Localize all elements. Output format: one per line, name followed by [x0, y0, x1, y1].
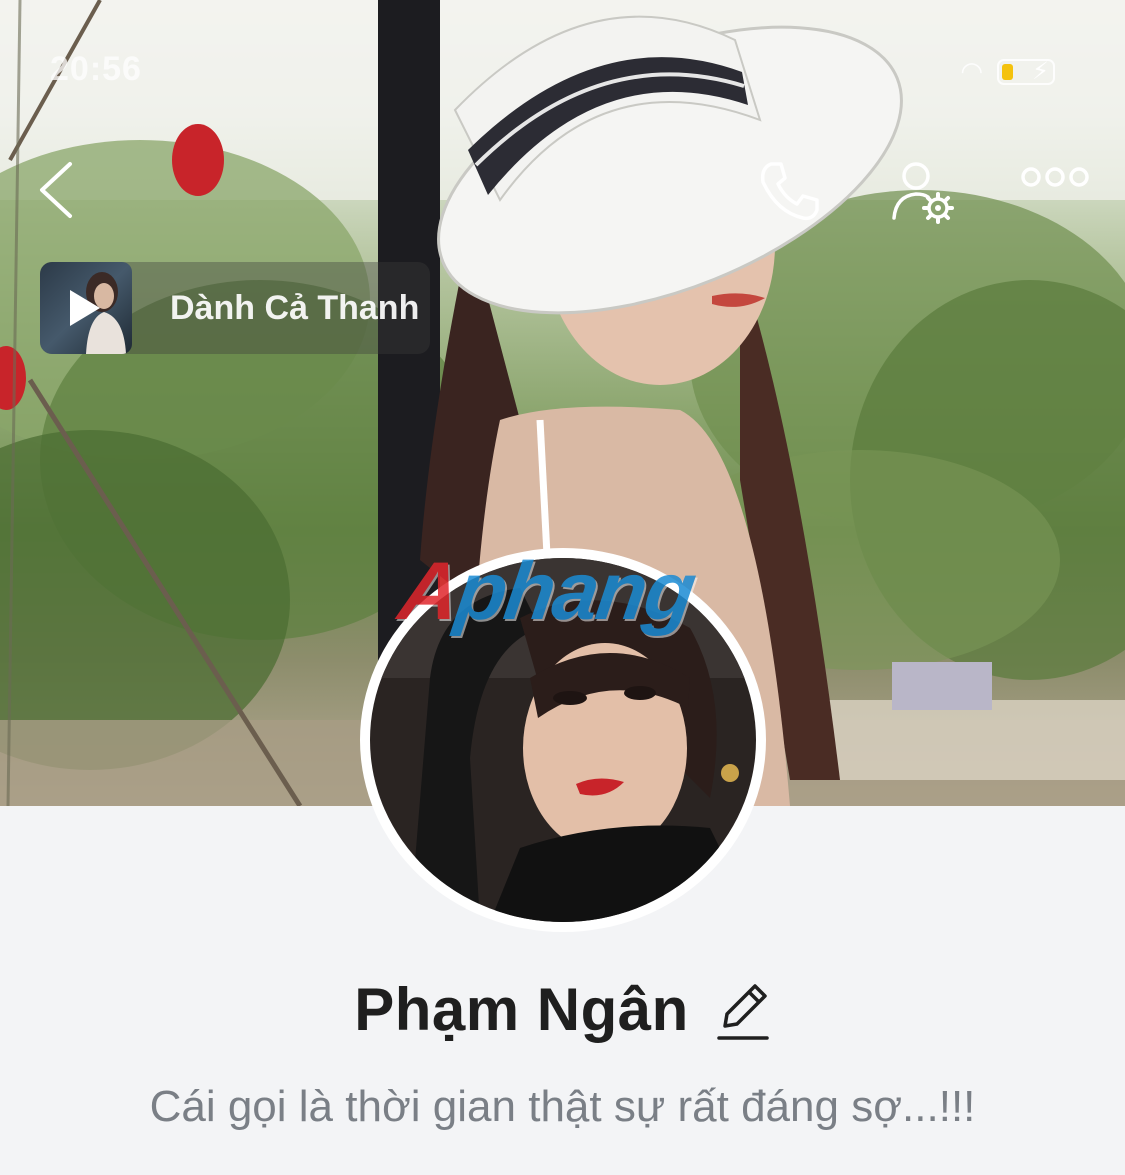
- pencil-icon: [717, 983, 769, 1040]
- profile-music-player[interactable]: Dành Cả Thanh: [40, 262, 430, 354]
- wifi-icon: ◠: [960, 56, 983, 86]
- chevron-left-icon: [40, 162, 72, 218]
- back-button[interactable]: [36, 160, 106, 230]
- user-settings-icon: [892, 162, 954, 224]
- profile-name-row: Phạm Ngân: [0, 975, 1125, 1044]
- status-time: 20:56: [50, 50, 142, 88]
- edit-name-button[interactable]: [715, 978, 771, 1042]
- call-button[interactable]: [755, 158, 835, 238]
- music-cover-thumbnail[interactable]: [40, 262, 132, 354]
- status-indicators: ◠ ⚡: [960, 56, 1055, 87]
- status-bar: 20:56 ◠ ⚡: [0, 0, 1125, 140]
- watermark-logo: Aphang: [393, 545, 700, 639]
- profile-status-text[interactable]: Cái gọi là thời gian thật sự rất đáng sợ…: [0, 1082, 1125, 1132]
- more-button[interactable]: [1020, 165, 1104, 225]
- battery-icon: ⚡: [997, 57, 1055, 85]
- user-settings-button[interactable]: [890, 158, 970, 238]
- phone-icon: [760, 162, 819, 221]
- profile-name: Phạm Ngân: [354, 976, 689, 1043]
- music-title: Dành Cả Thanh: [170, 288, 420, 327]
- play-icon: [70, 290, 100, 326]
- battery-level: [1002, 63, 1013, 80]
- charging-bolt-icon: ⚡: [1032, 57, 1049, 85]
- profile-screen: 20:56 ◠ ⚡ Dành Cả Thanh Aphang Phạm Ngân…: [0, 0, 1125, 1175]
- more-horizontal-icon: [1021, 167, 1089, 187]
- watermark-rest: phang: [450, 546, 700, 637]
